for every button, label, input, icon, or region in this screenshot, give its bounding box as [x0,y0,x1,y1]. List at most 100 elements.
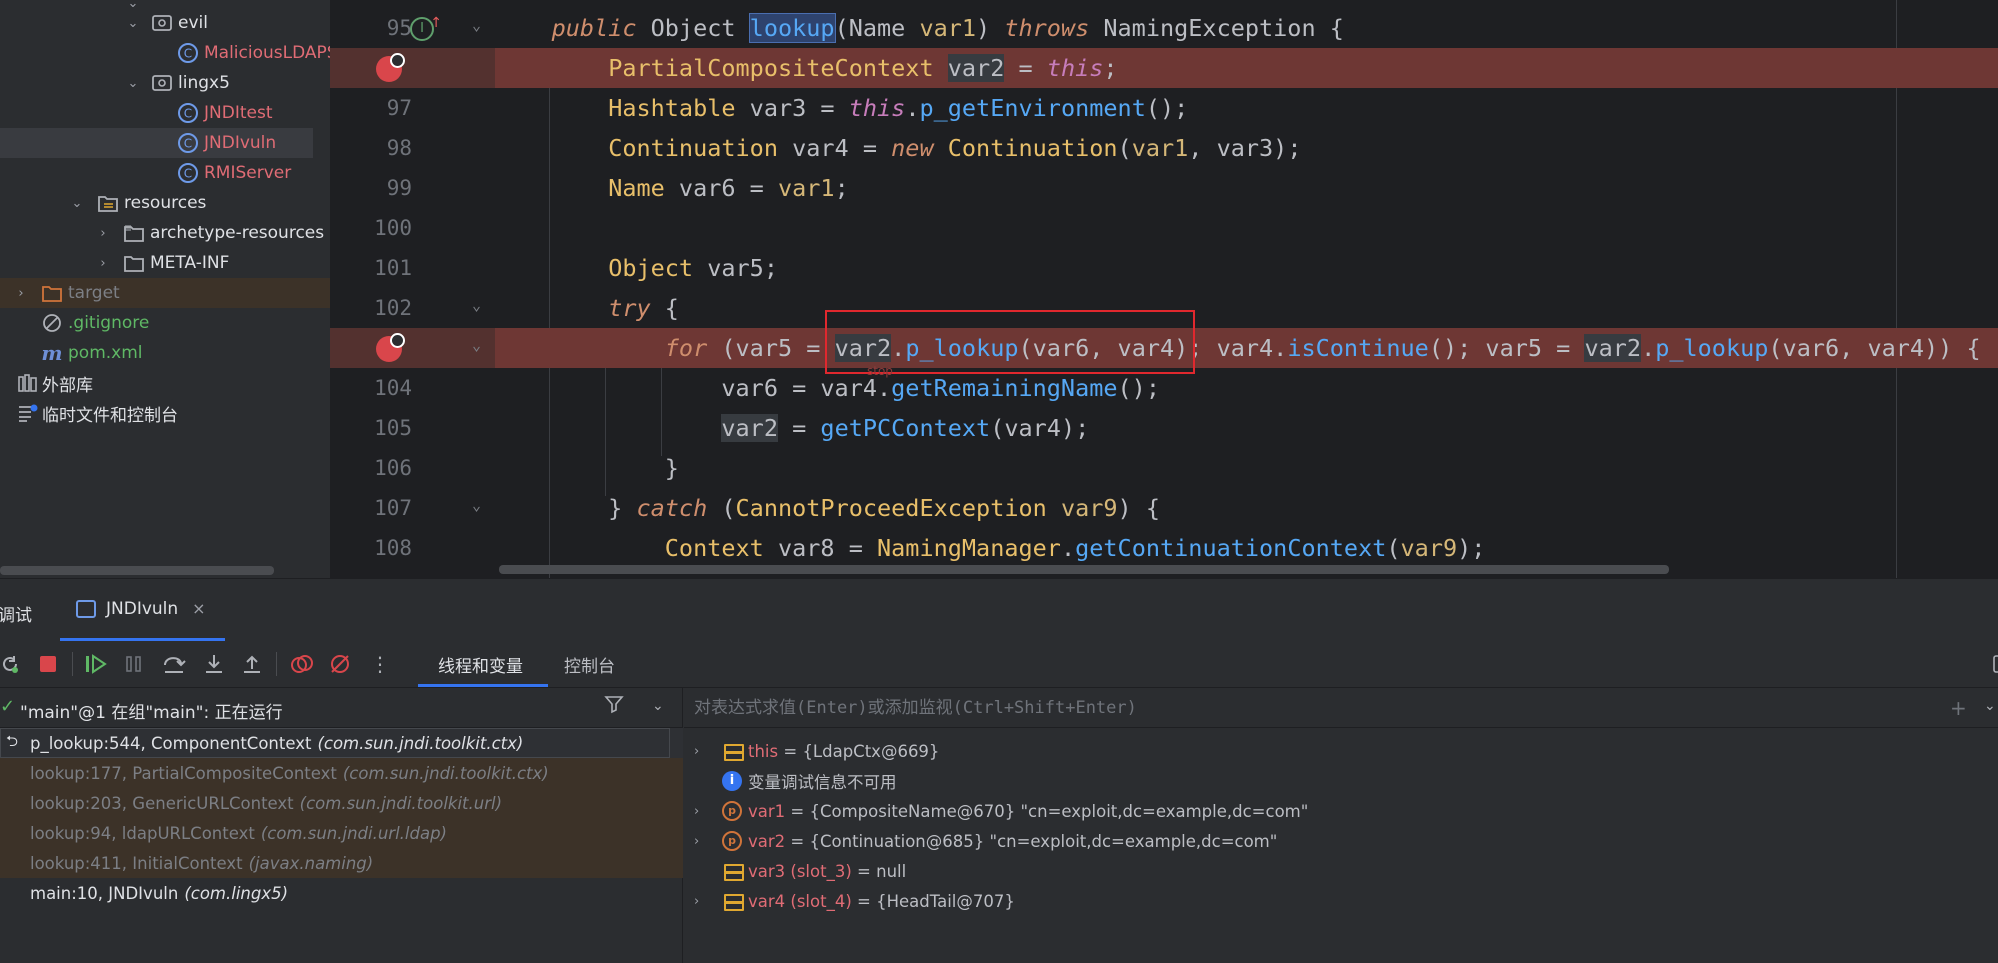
fold-chevron-icon[interactable]: ⌄ [472,296,481,314]
gutter-line[interactable]: 98 [330,128,495,168]
line-number: 107 [374,496,412,520]
gutter-line[interactable]: 108 [330,528,495,568]
code-line[interactable]: var6 = var4.getRemainingName(); [495,368,1998,408]
step-over-icon[interactable] [160,650,188,678]
horizontal-scrollbar[interactable] [499,565,1669,574]
code-line[interactable]: Hashtable var3 = this.p_getEnvironment()… [495,88,1998,128]
gutter-line[interactable]: 100 [330,208,495,248]
expand-arrow-icon[interactable]: › [694,894,699,909]
tree-row-scratches[interactable]: 临时文件和控制台 [0,398,330,428]
horizontal-scrollbar[interactable] [0,566,274,575]
code-line[interactable]: Continuation var4 = new Continuation(var… [495,128,1998,168]
code-line[interactable]: public Object lookup(Name var1) throws N… [495,8,1998,48]
filter-icon[interactable] [604,694,624,719]
code-line[interactable]: for (var5 = var2.p_lookup(var6, var4); v… [495,328,1998,368]
step-into-icon[interactable] [200,650,228,678]
gutter-line[interactable]: 97 [330,88,495,128]
implementation-icon[interactable]: I [410,13,442,41]
chevron-down-icon[interactable]: ⌄ [124,76,142,91]
chevron-down-icon[interactable]: ⌄ [652,698,664,714]
fold-chevron-icon[interactable]: ⌄ [472,16,481,34]
gutter-line[interactable] [330,48,495,88]
folder-icon [122,221,146,245]
chevron-right-icon[interactable]: › [94,226,112,241]
variable-row[interactable]: › this = {LdapCtx@669} [684,736,1998,766]
gutter-line[interactable]: ⌄ [330,328,495,368]
stop-icon[interactable] [34,650,62,678]
gutter-line[interactable]: 95 I ⌄ [330,8,495,48]
debug-session-tab[interactable]: JNDIvuln × [60,579,225,641]
variable-row[interactable]: › var4 (slot_4) = {HeadTail@707} [684,886,1998,916]
step-out-icon[interactable] [238,650,266,678]
tree-row-evil[interactable]: ⌄ evil [0,8,330,38]
layout-icon[interactable] [1986,650,1998,678]
gutter-line[interactable]: 104 [330,368,495,408]
code-line[interactable] [495,208,1998,248]
expand-arrow-icon[interactable]: › [694,744,699,759]
breakpoint-icon[interactable] [376,53,405,82]
tab-threads-and-variables[interactable]: 线程和变量 [438,652,523,677]
variable-row[interactable]: var3 (slot_3) = null [684,856,1998,886]
close-icon[interactable]: × [192,599,205,618]
tree-row-lingx5[interactable]: ⌄ lingx5 [0,68,330,98]
expand-arrow-icon[interactable]: › [694,804,699,819]
tree-row-pom[interactable]: m pom.xml [0,338,330,368]
gutter-line[interactable]: 107 ⌄ [330,488,495,528]
gutter-line[interactable]: 102 ⌄ [330,288,495,328]
editor-gutter[interactable]: 95 I ⌄ 97 98 99 100 101 102 ⌄ ⌄ 104 105 … [330,0,495,578]
code-line[interactable]: PartialCompositeContext var2 = this; [495,48,1998,88]
tree-row-rmiserver[interactable]: C RMIServer [0,158,330,188]
rerun-icon[interactable] [0,650,24,678]
variable-row[interactable]: › p var2 = {Continuation@685} "cn=exploi… [684,826,1998,856]
code-line[interactable]: } [495,448,1998,488]
tree-row-jnditest[interactable]: C JNDItest [0,98,330,128]
code-editor[interactable]: public Object lookup(Name var1) throws N… [495,0,1998,578]
tree-row-meta-inf[interactable]: › META-INF [0,248,330,278]
tab-console[interactable]: 控制台 [564,652,615,677]
chevron-down-icon[interactable]: ⌄ [68,196,86,211]
tree-row-archetype-resources[interactable]: › archetype-resources [0,218,330,248]
tree-row-jndivuln[interactable]: C JNDIvuln [0,128,313,158]
tree-row-malicious[interactable]: C MaliciousLDAPS [0,38,330,68]
stack-frame[interactable]: lookup:94, ldapURLContext (com.sun.jndi.… [0,818,683,848]
code-line[interactable]: Context var8 = NamingManager.getContinua… [495,528,1998,568]
code-line[interactable]: Object var5; [495,248,1998,288]
gutter-line[interactable]: 99 [330,168,495,208]
more-options-icon[interactable]: ⋮ [366,650,394,678]
gutter-line[interactable]: 101 [330,248,495,288]
code-line[interactable]: var2 = getPCContext(var4); [495,408,1998,448]
tree-label: evil [178,13,208,33]
chevron-down-icon[interactable]: ⌄ [1984,698,1996,714]
tree-row-external-libraries[interactable]: 外部库 [0,368,330,398]
code-line[interactable]: } catch (CannotProceedException var9) { [495,488,1998,528]
variable-row[interactable]: › p var1 = {CompositeName@670} "cn=explo… [684,796,1998,826]
mute-breakpoints-icon[interactable] [326,650,354,678]
add-watch-icon[interactable]: + [1950,696,1967,720]
chevron-down-icon[interactable]: ⌄ [124,16,142,31]
stack-frame[interactable]: lookup:411, InitialContext (javax.naming… [0,848,683,878]
stack-frame[interactable]: lookup:203, GenericURLContext (com.sun.j… [0,788,683,818]
code-line[interactable]: Name var6 = var1; [495,168,1998,208]
thread-selector[interactable]: ✓ "main"@1 在组"main": 正在运行 ⌄ [0,688,683,728]
chevron-right-icon[interactable]: › [94,256,112,271]
tree-label: target [68,283,120,303]
view-breakpoints-icon[interactable] [288,650,316,678]
expand-arrow-icon[interactable]: › [694,834,699,849]
evaluate-expression-input[interactable] [694,694,1894,722]
gutter-line[interactable]: 105 [330,408,495,448]
fold-chevron-icon[interactable]: ⌄ [472,336,481,354]
chevron-right-icon[interactable]: › [12,286,30,301]
tree-row-gitignore[interactable]: .gitignore [0,308,330,338]
toolbar-separator [72,652,73,676]
stack-frame[interactable]: main:10, JNDIvuln (com.lingx5) [0,878,683,908]
breakpoint-icon[interactable] [376,333,405,362]
stack-frame[interactable]: lookup:177, PartialCompositeContext (com… [0,758,683,788]
tree-row-target[interactable]: › target [0,278,330,308]
pause-icon[interactable] [120,650,148,678]
variable-name: var4 (slot_4) [748,891,852,911]
gutter-line[interactable]: 106 [330,448,495,488]
fold-chevron-icon[interactable]: ⌄ [472,496,481,514]
code-line[interactable]: try { [495,288,1998,328]
resume-icon[interactable] [82,650,110,678]
tree-row-resources[interactable]: ⌄ resources [0,188,330,218]
